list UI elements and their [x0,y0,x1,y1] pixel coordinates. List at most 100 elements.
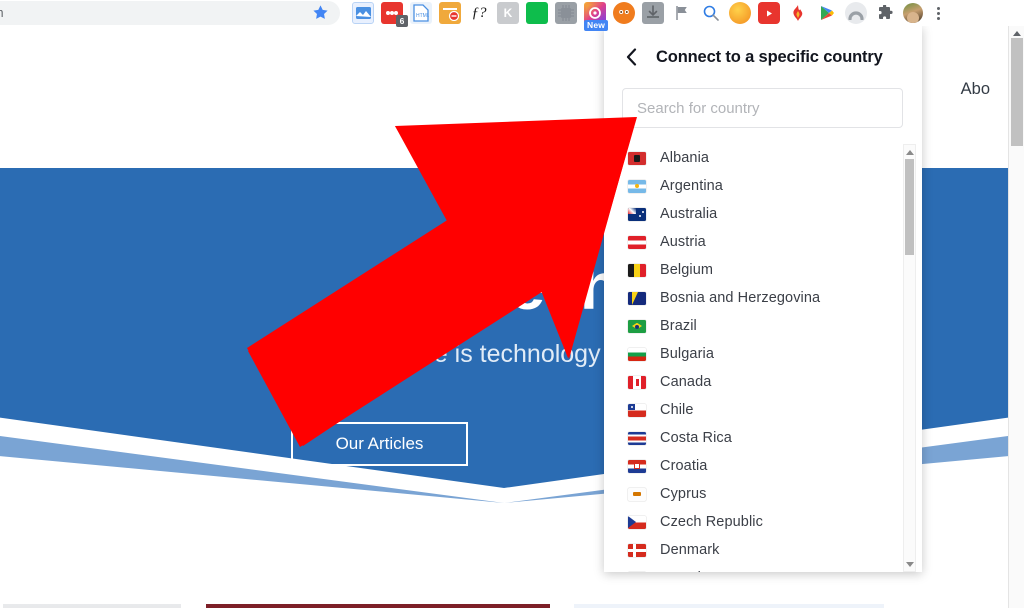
omnibox-url-text: do.com [0,6,4,20]
croatia-flag [628,459,646,473]
profile-avatar[interactable] [903,3,923,23]
argentina-flag [628,179,646,193]
green-square-extension-icon[interactable] [526,2,548,24]
country-list-item[interactable]: Cyprus [628,480,904,508]
bulgaria-flag [628,347,646,361]
estonia-flag [628,571,646,572]
svg-text:HTML: HTML [416,13,429,19]
search-circle-extension-icon[interactable] [700,2,722,24]
country-list-item[interactable]: Austria [628,228,904,256]
chip-extension-icon[interactable] [555,2,577,24]
country-list: Albania Argentina Australia Austria Belgium B… [604,144,904,572]
orange-blob-extension-icon[interactable] [729,2,751,24]
australia-flag [628,207,646,221]
flag-extension-icon[interactable] [671,2,693,24]
page-scroll-thumb[interactable] [1011,38,1023,146]
country-name: Brazil [660,318,697,334]
country-list-item[interactable]: Chile [628,396,904,424]
country-name: Costa Rica [660,430,732,446]
country-name: Chile [660,402,694,418]
country-name: Canada [660,374,712,390]
country-list-item[interactable]: Canada [628,368,904,396]
screenshot-root: Home Abo Hi-Tech Life is technology Our … [0,0,1024,608]
keepa-k-extension-icon[interactable]: K [497,2,519,24]
page-vertical-scrollbar[interactable] [1008,26,1024,608]
vpn-country-popup: Connect to a specific country Albania Arg… [604,26,922,572]
omnibox-address-bar[interactable]: do.com [0,1,340,25]
country-name: Bosnia and Herzegovina [660,290,821,306]
country-name: Bulgaria [660,346,714,362]
country-list-scrollbar[interactable] [903,144,916,572]
extension-new-badge: New [584,20,609,31]
country-name: Argentina [660,178,723,194]
bookmark-star-icon[interactable] [312,4,329,21]
function-help-extension-icon-glyph: ƒ? [471,4,487,21]
country-name: Belgium [660,262,714,278]
country-name: Australia [660,206,718,222]
chile-flag [628,403,646,417]
country-name: Denmark [660,542,720,558]
country-search-input[interactable] [622,88,903,128]
country-list-area: Albania Argentina Australia Austria Belgium B… [604,144,922,572]
list-scroll-down-arrow-icon[interactable] [904,558,915,570]
download-extension-icon[interactable] [642,2,664,24]
country-name: Cyprus [660,486,707,502]
function-help-extension-icon[interactable]: ƒ? [468,2,490,24]
chrome-menu-kebab-icon[interactable] [930,3,946,23]
country-list-item[interactable]: Costa Rica [628,424,904,452]
country-list-item[interactable]: Estonia [628,564,904,572]
popup-title: Connect to a specific country [656,47,883,66]
search-field-wrapper [604,88,922,128]
browser-toolbar: do.com 6 HTML ƒ? K New [0,0,1024,31]
flame-extension-icon[interactable] [787,2,809,24]
country-list-item[interactable]: Argentina [628,172,904,200]
bosnia-and-herzegovina-flag [628,291,646,305]
google-play-extension-icon[interactable] [816,2,838,24]
canada-flag [628,375,646,389]
country-list-item[interactable]: Belgium [628,256,904,284]
list-scroll-up-arrow-icon[interactable] [904,146,915,158]
article-card-image-1[interactable] [3,604,181,608]
extension-icon-strip: 6 HTML ƒ? K New [352,0,946,31]
brazil-flag [628,319,646,333]
popup-header: Connect to a specific country [604,26,922,88]
country-list-item[interactable]: Czech Republic [628,508,904,536]
denmark-flag [628,543,646,557]
country-name: Estonia [660,570,709,572]
nordvpn-extension-icon[interactable]: New [584,2,609,31]
extensions-puzzle-icon[interactable] [874,2,896,24]
austria-flag [628,235,646,249]
youtube-extension-icon[interactable] [758,2,780,24]
belgium-flag [628,263,646,277]
country-list-item[interactable]: Bulgaria [628,340,904,368]
list-scroll-thumb[interactable] [905,159,914,255]
red-recorder-extension-icon[interactable]: 6 [381,2,408,27]
country-name: Austria [660,234,706,250]
country-list-item[interactable]: Australia [628,200,904,228]
article-card-image-2[interactable] [206,604,550,608]
country-list-item[interactable]: Bosnia and Herzegovina [628,284,904,312]
country-list-item[interactable]: Brazil [628,312,904,340]
keepa-k-extension-icon-glyph: K [503,6,513,20]
czech-republic-flag [628,515,646,529]
cyprus-flag [628,487,646,501]
adblock-extension-icon[interactable] [439,2,461,24]
albania-flag [628,151,646,165]
back-chevron-icon[interactable] [624,47,638,67]
country-name: Czech Republic [660,514,763,530]
orange-bot-extension-icon[interactable] [613,2,635,24]
extension-badge-count: 6 [396,15,408,27]
country-name: Albania [660,150,710,166]
nav-link-about[interactable]: Abo [961,80,990,99]
article-card-row [0,604,1008,608]
country-list-item[interactable]: Croatia [628,452,904,480]
image-extension-icon[interactable] [352,2,374,24]
arc-extension-icon[interactable] [845,2,867,24]
costa-rica-flag [628,431,646,445]
country-list-item[interactable]: Denmark [628,536,904,564]
article-card-image-3[interactable] [574,604,884,608]
html-document-extension-icon[interactable]: HTML [410,2,432,24]
hero-cta-button[interactable]: Our Articles [291,422,468,466]
country-list-item[interactable]: Albania [628,144,904,172]
country-name: Croatia [660,458,708,474]
